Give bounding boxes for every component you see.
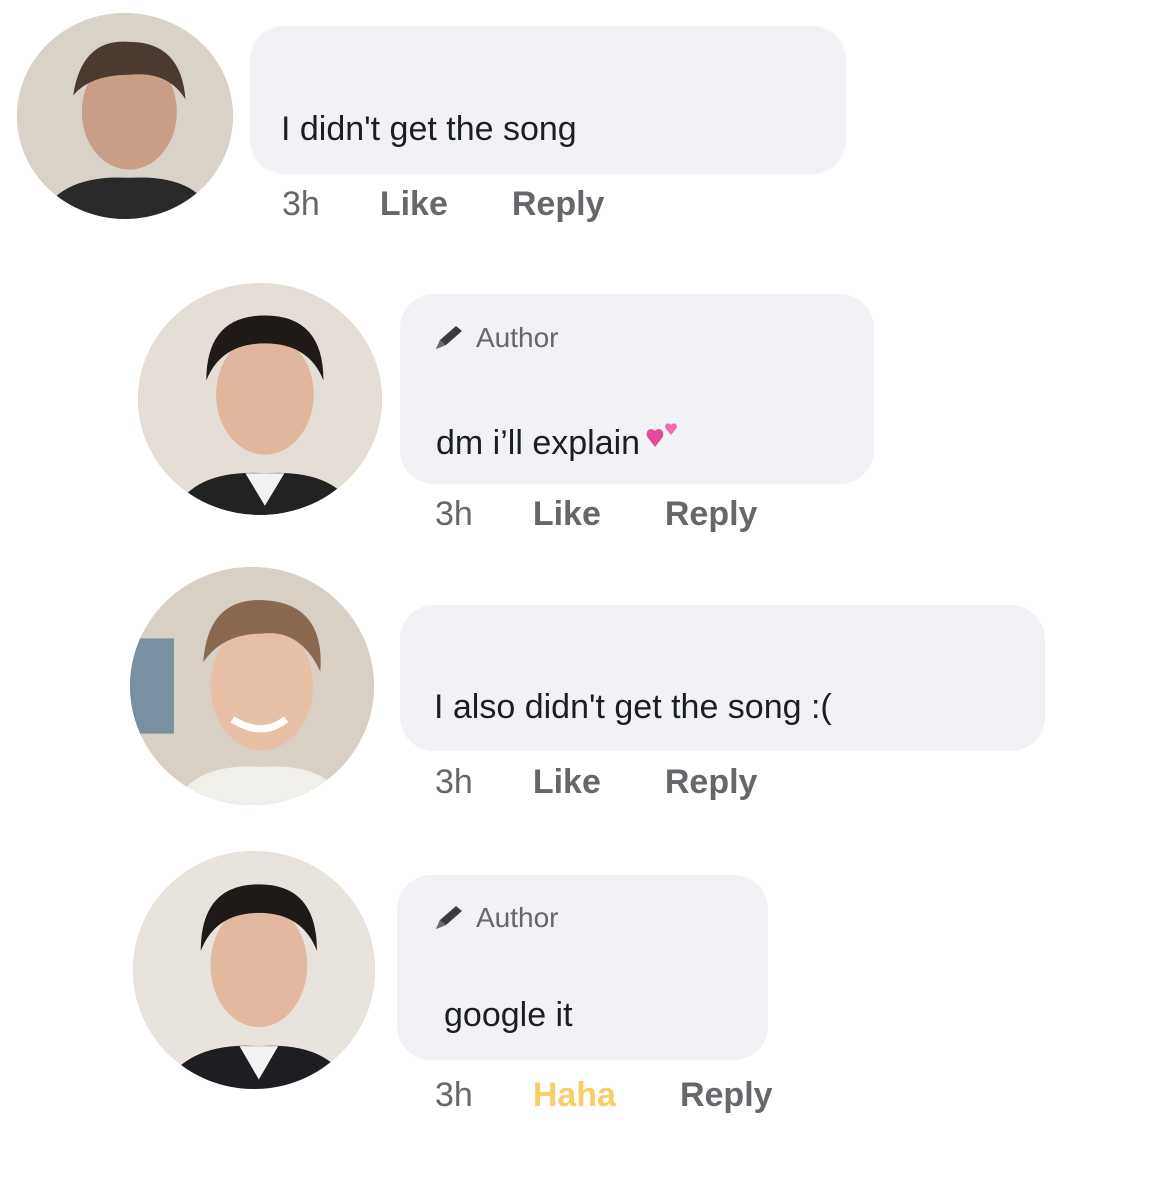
timestamp: 3h — [435, 763, 473, 801]
like-button[interactable]: Like — [533, 495, 601, 534]
avatar-photo — [130, 567, 374, 805]
comment-actions: 3h Like Reply — [435, 495, 757, 534]
reply-button[interactable]: Reply — [665, 763, 758, 802]
avatar-photo — [133, 851, 375, 1089]
reply-button[interactable]: Reply — [512, 185, 605, 224]
avatar-photo — [138, 283, 382, 515]
avatar[interactable] — [17, 13, 233, 219]
comment-text: google it — [444, 996, 573, 1034]
comment-actions: 3h Like Reply — [435, 763, 757, 802]
author-label: Author — [476, 902, 559, 933]
timestamp: 3h — [435, 495, 473, 533]
author-label: Author — [476, 322, 559, 353]
haha-reaction[interactable]: Haha — [533, 1076, 616, 1115]
two-hearts-icon — [642, 420, 686, 465]
avatar[interactable] — [130, 567, 374, 805]
reply-button[interactable]: Reply — [680, 1076, 773, 1115]
comment-bubble[interactable] — [400, 605, 1045, 751]
like-button[interactable]: Like — [533, 763, 601, 802]
author-badge: Author — [432, 322, 559, 354]
avatar-photo — [17, 13, 233, 219]
timestamp: 3h — [435, 1076, 473, 1114]
avatar[interactable] — [133, 851, 375, 1089]
reply-button[interactable]: Reply — [665, 495, 758, 534]
comment-actions: 3h Haha Reply — [435, 1076, 773, 1115]
timestamp: 3h — [282, 185, 320, 223]
comment-text: I didn't get the song — [281, 110, 577, 148]
comment-bubble[interactable] — [250, 26, 846, 174]
author-badge: Author — [432, 902, 559, 934]
pencil-icon — [432, 323, 466, 353]
comment-text: dm i’ll explain — [436, 420, 686, 465]
comment-text-content: dm i’ll explain — [436, 424, 641, 462]
like-button[interactable]: Like — [380, 185, 448, 224]
comment-text: I also didn't get the song :( — [434, 688, 832, 726]
pencil-icon — [432, 903, 466, 933]
avatar[interactable] — [138, 283, 382, 515]
comment-actions: 3h Like Reply — [282, 185, 604, 224]
